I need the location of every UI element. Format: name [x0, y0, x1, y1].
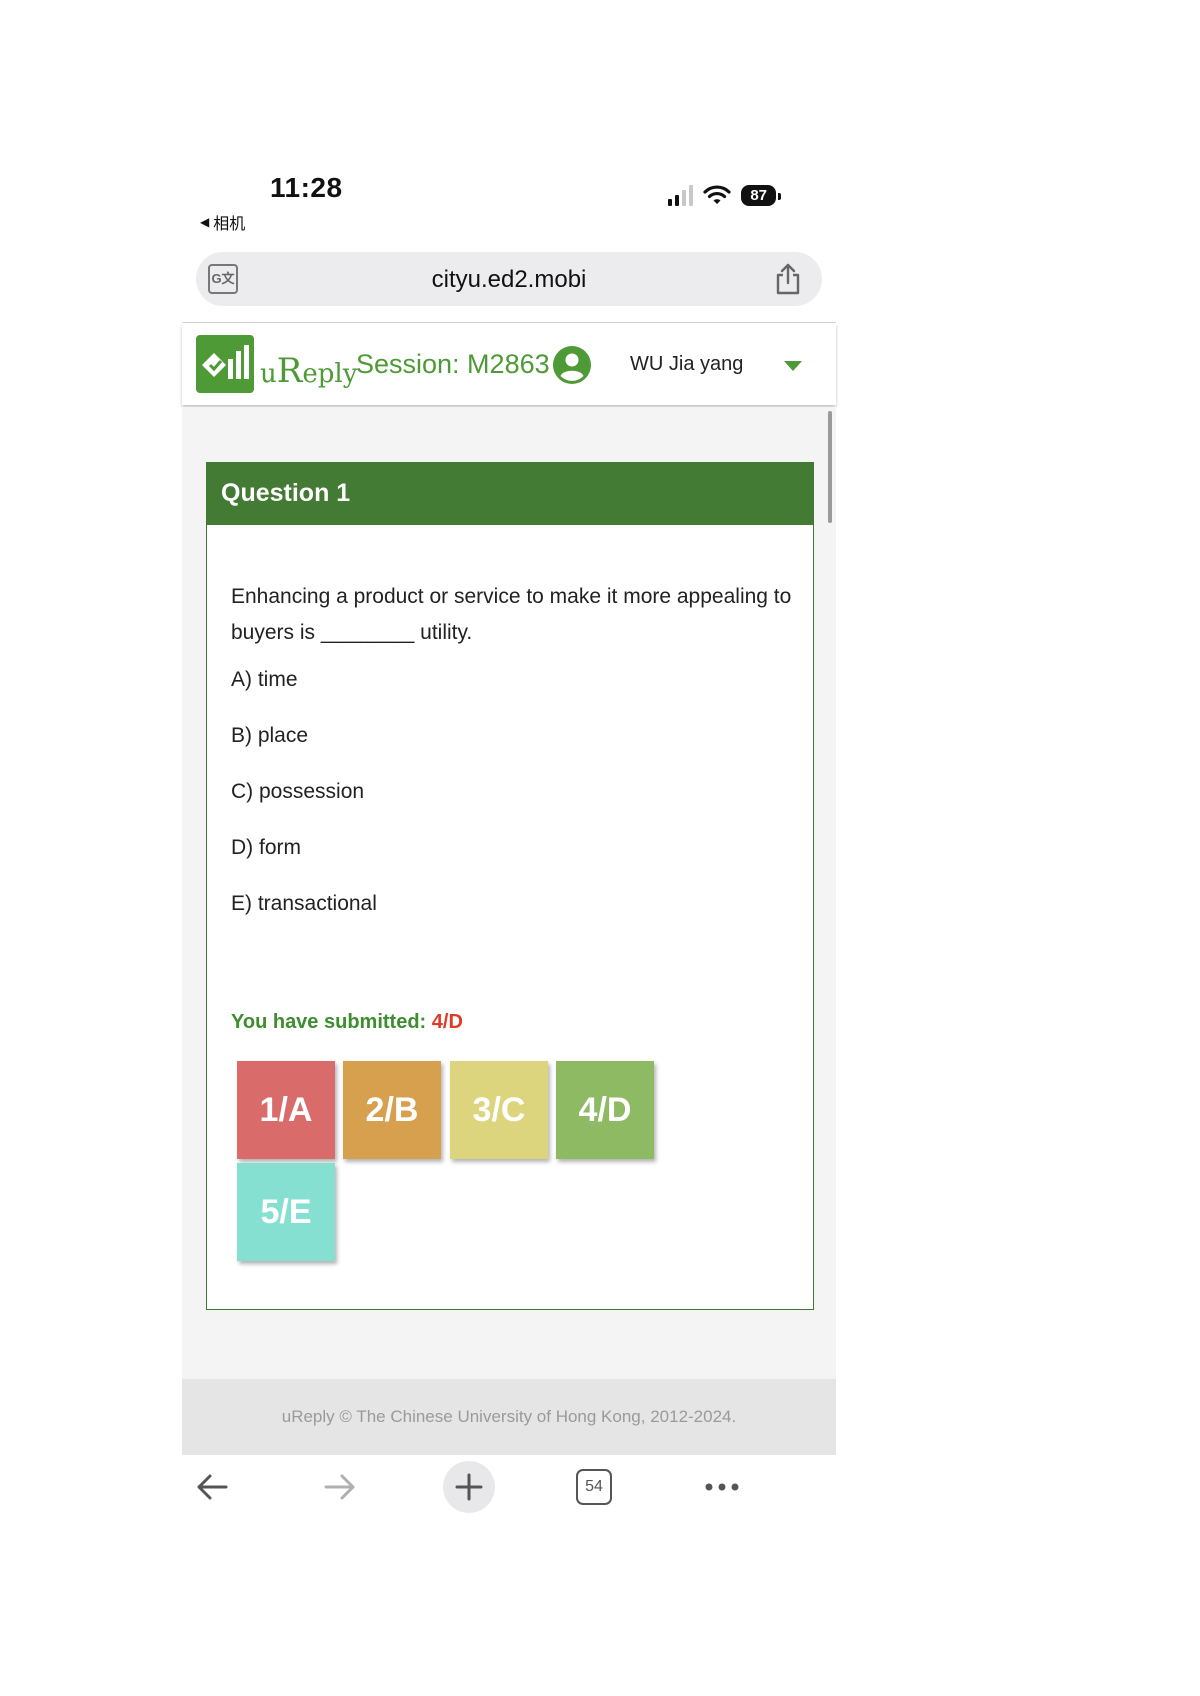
app-header: uReply Session: M2863 WU Jia yang	[182, 323, 836, 405]
answer-button-3c[interactable]: 3/C	[450, 1061, 548, 1159]
scrollbar[interactable]	[828, 411, 832, 523]
back-button[interactable]	[184, 1459, 240, 1515]
ureply-logo-icon[interactable]	[196, 335, 254, 393]
browser-toolbar: 54	[182, 1455, 836, 1515]
session-label: Session: M2863	[356, 349, 550, 379]
option-b: B) place	[231, 724, 309, 747]
tabs-icon: 54	[576, 1469, 612, 1505]
forward-button[interactable]	[312, 1459, 368, 1515]
url-text: cityu.ed2.mobi	[431, 266, 587, 293]
answer-button-2b[interactable]: 2/B	[343, 1061, 441, 1159]
option-a: A) time	[231, 668, 298, 691]
submitted-answer: 4/D	[431, 1011, 463, 1033]
back-triangle-icon: ◀	[200, 215, 210, 229]
user-avatar-icon[interactable]	[552, 345, 592, 385]
page-footer: uReply © The Chinese University of Hong …	[182, 1379, 836, 1455]
phone-screen: 11:28 ◀ 相机 87 G文 cityu.ed2.mobi uReply S…	[182, 160, 836, 1515]
status-time: 11:28	[270, 172, 343, 203]
wifi-icon	[703, 185, 731, 204]
question-title: Question 1	[207, 463, 813, 525]
share-icon[interactable]	[772, 262, 804, 296]
more-dots-icon	[705, 1483, 739, 1491]
battery-indicator: 87	[741, 184, 781, 206]
status-indicators: 87	[668, 184, 781, 206]
plus-icon	[443, 1461, 495, 1513]
chevron-down-icon[interactable]	[784, 361, 802, 371]
answer-button-4d[interactable]: 4/D	[556, 1061, 654, 1159]
arrow-left-icon	[197, 1474, 228, 1500]
more-button[interactable]	[694, 1459, 750, 1515]
ureply-logo-text: uReply	[260, 351, 358, 391]
cellular-signal-icon	[668, 184, 694, 206]
option-e: E) transactional	[231, 892, 377, 915]
option-d: D) form	[231, 836, 301, 859]
copyright-text: uReply © The Chinese University of Hong …	[281, 1407, 737, 1426]
back-to-app-link[interactable]: ◀ 相机	[200, 210, 245, 234]
back-app-label: 相机	[213, 216, 246, 233]
main-content: Question 1 Enhancing a product or servic…	[182, 407, 836, 1379]
arrow-right-icon	[324, 1474, 355, 1500]
submitted-status: You have submitted: 4/D	[231, 1011, 463, 1033]
new-tab-button[interactable]	[441, 1459, 497, 1515]
option-c: C) possession	[231, 780, 365, 803]
address-bar[interactable]: G文 cityu.ed2.mobi	[196, 252, 822, 306]
user-name[interactable]: WU Jia yang	[630, 353, 743, 376]
answer-button-1a[interactable]: 1/A	[237, 1061, 335, 1159]
question-text: Enhancing a product or service to make i…	[231, 585, 792, 644]
answer-button-5e[interactable]: 5/E	[237, 1163, 335, 1261]
question-card: Question 1 Enhancing a product or servic…	[206, 462, 814, 1310]
tabs-button[interactable]: 54	[566, 1459, 622, 1515]
